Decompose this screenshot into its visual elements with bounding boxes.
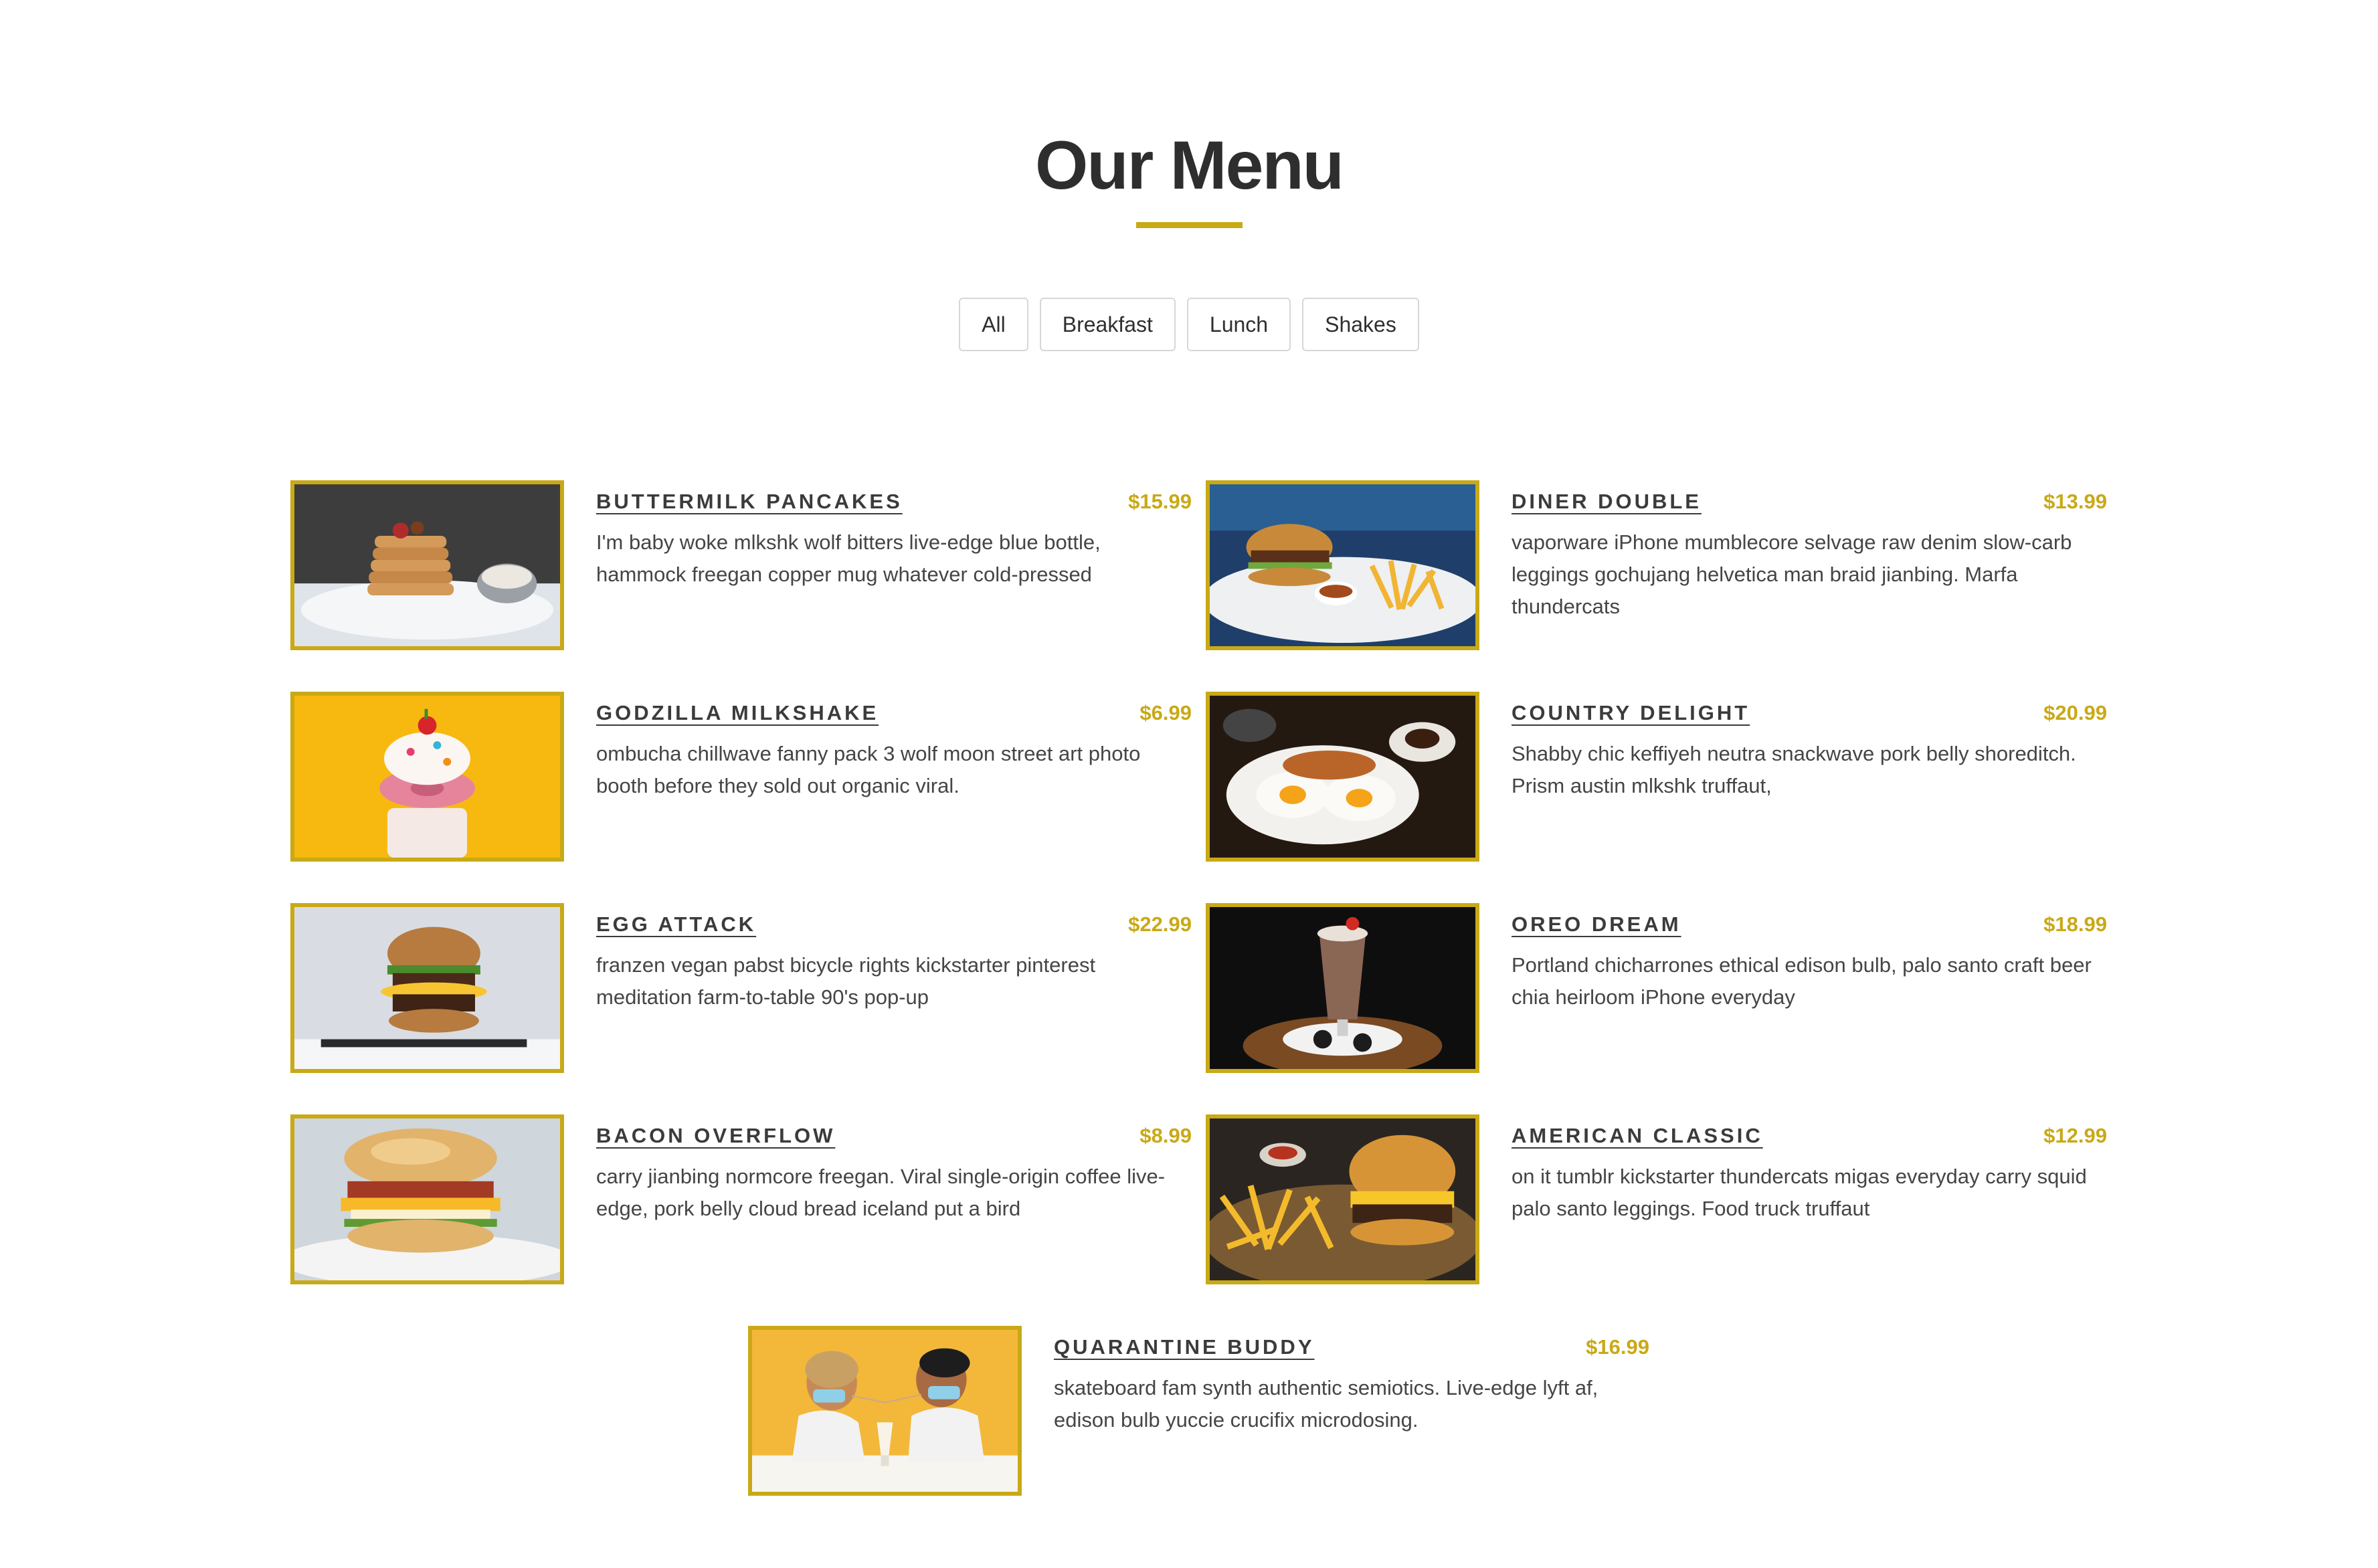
category-filter-bar: All Breakfast Lunch Shakes: [0, 298, 2378, 351]
menu-item-description: skateboard fam synth authentic semiotics…: [1054, 1376, 1598, 1432]
filter-button-lunch[interactable]: Lunch: [1186, 298, 1291, 351]
menu-item-name[interactable]: Quarantine Buddy: [1054, 1335, 1315, 1359]
menu-item-price: $8.99: [1139, 1124, 1192, 1147]
menu-item-description: vaporware iPhone mumblecore selvage raw …: [1512, 530, 2072, 618]
menu-item-name[interactable]: Bacon Overflow: [596, 1124, 835, 1148]
menu-item-name[interactable]: Egg Attack: [596, 912, 756, 937]
menu-item-price: $18.99: [2043, 912, 2107, 936]
couple-shake-image: [748, 1326, 1022, 1496]
menu-item: Diner Double $13.99 vaporware iPhone mum…: [1206, 480, 2107, 650]
menu-item-description: I'm baby woke mlkshk wolf bitters live-e…: [596, 530, 1101, 586]
egg-burger-image: [290, 903, 564, 1073]
menu-item-description: franzen vegan pabst bicycle rights kicks…: [596, 953, 1096, 1009]
breakfast-plate-image: [1206, 692, 1479, 862]
title-underline: [1136, 222, 1243, 228]
pancakes-image: [290, 480, 564, 650]
menu-item-price: $6.99: [1139, 701, 1192, 724]
menu-item-description: Shabby chic keffiyeh neutra snackwave po…: [1512, 742, 2076, 797]
menu-item-price: $13.99: [2043, 490, 2107, 513]
menu-item-price: $12.99: [2043, 1124, 2107, 1147]
menu-item: Egg Attack $22.99 franzen vegan pabst bi…: [290, 903, 1192, 1073]
menu-item: Buttermilk Pancakes $15.99 I'm baby woke…: [290, 480, 1192, 650]
menu-item-price: $20.99: [2043, 701, 2107, 724]
menu-item-name[interactable]: Buttermilk Pancakes: [596, 490, 903, 514]
filter-button-all[interactable]: All: [959, 298, 1028, 351]
classic-burger-image: [1206, 1114, 1479, 1284]
menu-item: Country Delight $20.99 Shabby chic keffi…: [1206, 692, 2107, 862]
menu-item-name[interactable]: American Classic: [1512, 1124, 1763, 1148]
menu-item-price: $22.99: [1128, 912, 1192, 936]
menu-item-name[interactable]: Country Delight: [1512, 701, 1750, 725]
milkshake-image: [290, 692, 564, 862]
menu-item-name[interactable]: Diner Double: [1512, 490, 1702, 514]
filter-button-shakes[interactable]: Shakes: [1302, 298, 1419, 351]
menu-item: Godzilla Milkshake $6.99 ombucha chillwa…: [290, 692, 1192, 862]
menu-item-price: $16.99: [1586, 1335, 1649, 1359]
menu-item-description: Portland chicharrones ethical edison bul…: [1512, 953, 2092, 1009]
menu-item-name[interactable]: Godzilla Milkshake: [596, 701, 879, 725]
menu-item-description: ombucha chillwave fanny pack 3 wolf moon…: [596, 742, 1141, 797]
filter-button-breakfast[interactable]: Breakfast: [1039, 298, 1176, 351]
burger-fries-image: [1206, 480, 1479, 650]
menu-item: Oreo Dream $18.99 Portland chicharrones …: [1206, 903, 2107, 1073]
page-title: Our Menu: [1035, 127, 1344, 203]
menu-item: American Classic $12.99 on it tumblr kic…: [1206, 1114, 2107, 1284]
menu-item-description: on it tumblr kickstarter thundercats mig…: [1512, 1165, 2087, 1220]
menu-item-description: carry jianbing normcore freegan. Viral s…: [596, 1165, 1166, 1220]
oreo-shake-image: [1206, 903, 1479, 1073]
menu-item: Bacon Overflow $8.99 carry jianbing norm…: [290, 1114, 1192, 1284]
menu-item-name[interactable]: Oreo Dream: [1512, 912, 1681, 937]
bacon-biscuit-image: [290, 1114, 564, 1284]
menu-item: Quarantine Buddy $16.99 skateboard fam s…: [748, 1326, 1649, 1496]
menu-item-price: $15.99: [1128, 490, 1192, 513]
